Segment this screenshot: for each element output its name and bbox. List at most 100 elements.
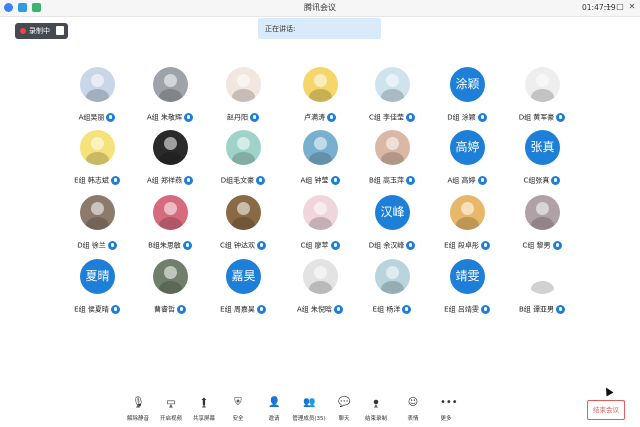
participant-name-row: 曹睿哲 xyxy=(135,299,205,314)
mic-status-icon xyxy=(477,176,487,185)
participant-name: C组 黎男 xyxy=(522,241,551,250)
avatar-portrait-shape xyxy=(91,202,104,215)
chevron-up-icon[interactable]: ▲ xyxy=(202,403,206,409)
avatar-portrait-shape xyxy=(536,202,549,215)
participant-tile[interactable]: 涂颖 D组 涂颖 xyxy=(432,67,502,131)
participant-tile[interactable]: B组 谭亚男 xyxy=(507,259,577,323)
maximize-button[interactable]: □ xyxy=(615,2,625,11)
participant-tile[interactable]: C组 廖苹 xyxy=(285,195,355,259)
close-button[interactable]: ✕ xyxy=(627,2,637,11)
avatar-portrait-shape xyxy=(531,281,554,294)
participant-name: 卢满涛 xyxy=(304,113,325,122)
participant-name-row: A组 郑祥燕 xyxy=(135,170,205,185)
participant-avatar xyxy=(153,67,188,102)
toolbar-item-shield[interactable]: ⛨ 安全 xyxy=(218,397,258,427)
participant-name: B组 高玉萍 xyxy=(368,176,405,185)
participant-avatar: 高婷 xyxy=(450,130,485,165)
participant-name-row: B组朱思敏 xyxy=(135,235,205,250)
participant-avatar: 涂颖 xyxy=(450,67,485,102)
participant-tile[interactable]: 张真 C组张真 xyxy=(507,130,577,194)
mic-status-icon xyxy=(327,113,336,122)
avatar-portrait-shape xyxy=(531,217,554,230)
participant-tile[interactable]: E组 杨洋 xyxy=(357,259,427,323)
mic-status-icon xyxy=(257,241,267,250)
participant-tile[interactable]: D组毛文豪 xyxy=(208,130,278,194)
participant-tile[interactable]: C组 钟达欢 xyxy=(208,195,278,259)
mic-status-icon xyxy=(182,241,192,250)
participant-tile[interactable]: C组 李佳莹 xyxy=(357,67,427,131)
participant-name: C组 李佳莹 xyxy=(368,113,405,122)
participant-name: B组朱思敏 xyxy=(148,241,181,250)
mic-status-icon xyxy=(402,305,412,314)
minimize-button[interactable]: — xyxy=(603,2,613,11)
avatar-portrait-shape xyxy=(381,89,404,102)
chevron-up-icon[interactable]: ▲ xyxy=(169,403,173,409)
participant-name-row: A组 高婷 xyxy=(432,170,502,185)
invite-icon: 👤 xyxy=(268,397,281,408)
chevron-up-icon[interactable]: ▲ xyxy=(374,403,378,409)
participant-tile[interactable]: B组 高玉萍 xyxy=(357,130,427,194)
participant-tile[interactable]: D组 黄军豪 xyxy=(507,67,577,131)
participant-tile[interactable]: A组吴丽 xyxy=(62,67,132,131)
participant-tile[interactable]: A组 朱敬辉 xyxy=(135,67,205,131)
mic-status-icon xyxy=(556,305,566,314)
avatar-portrait-shape xyxy=(381,281,404,294)
participant-name: E组 段卓彤 xyxy=(444,241,479,250)
participant-tile[interactable]: B组朱思敏 xyxy=(135,195,205,259)
participant-tile[interactable]: 赵丹阳 xyxy=(208,67,278,131)
chevron-up-icon[interactable]: ▲ xyxy=(136,403,140,409)
participant-tile[interactable]: 汉峰 D组 余汉峰 xyxy=(357,195,427,259)
participant-tile[interactable]: A组 钟莹 xyxy=(285,130,355,194)
stop-recording-icon[interactable] xyxy=(56,26,64,35)
mic-status-icon xyxy=(551,176,561,185)
meeting-toolbar: 🎙 解除静音 ▲ ▭ 开启视频 ▲ ⬆ 共享屏幕 ▲ ⛨ 安全 👤 邀请 👥 管理成员(35) 💬 聊天 ⏺ 结束录… xyxy=(0,391,640,427)
mic-status-icon xyxy=(250,113,259,122)
members-icon: 👥 xyxy=(303,397,316,408)
avatar-portrait-shape xyxy=(309,152,332,165)
participant-tile[interactable]: 卢满涛 xyxy=(285,67,355,131)
recording-label: 录制中 xyxy=(29,27,50,35)
mic-status-icon xyxy=(330,241,340,250)
toolbar-label: 管理成员(35) xyxy=(292,416,326,422)
participant-name-row: C组 李佳莹 xyxy=(357,107,427,122)
avatar-portrait-shape xyxy=(237,202,250,215)
avatar-portrait-shape xyxy=(159,281,182,294)
avatar-portrait-shape xyxy=(386,266,399,279)
participant-avatar xyxy=(80,67,115,102)
toolbar-item-more[interactable]: ••• 更多 xyxy=(426,397,466,427)
toolbar-item-members[interactable]: 👥 管理成员(35) xyxy=(289,397,329,427)
avatar-portrait-shape xyxy=(159,89,182,102)
toolbar-label: 安全 xyxy=(232,416,244,422)
mic-status-icon xyxy=(477,113,487,122)
participant-tile[interactable]: E组 段卓彤 xyxy=(432,195,502,259)
toolbar-item-record-stop[interactable]: ⏺ 结束录制 xyxy=(356,397,396,427)
mic-status-icon xyxy=(406,113,416,122)
avatar-portrait-shape xyxy=(164,266,177,279)
avatar-portrait-shape xyxy=(314,266,327,279)
participant-tile[interactable]: C组 黎男 xyxy=(507,195,577,259)
participant-tile[interactable]: E组 韩志斌 xyxy=(62,130,132,194)
participant-tile[interactable]: 高婷 A组 高婷 xyxy=(432,130,502,194)
participant-tile[interactable]: 夏晴 E组 侯夏晴 xyxy=(62,259,132,323)
avatar-portrait-shape xyxy=(232,89,255,102)
recording-indicator[interactable]: 录制中 xyxy=(15,23,68,39)
participant-tile[interactable]: A组 郑祥燕 xyxy=(135,130,205,194)
participant-tile[interactable]: 靖雯 E组 吕靖雯 xyxy=(432,259,502,323)
participant-tile[interactable]: 嘉昊 E组 周嘉昊 xyxy=(208,259,278,323)
participant-tile[interactable]: A组 朱倪晗 xyxy=(285,259,355,323)
participant-name-row: E组 韩志斌 xyxy=(62,170,132,185)
participant-name: A组 钟莹 xyxy=(300,176,329,185)
end-meeting-button[interactable]: 结束会议 xyxy=(587,400,625,420)
participant-tile[interactable]: D组 徐兰 xyxy=(62,195,132,259)
toolbar-item-invite[interactable]: 👤 邀请 xyxy=(254,397,294,427)
avatar-portrait-shape xyxy=(86,89,109,102)
avatar-portrait-shape xyxy=(531,89,554,102)
participant-avatar xyxy=(153,130,188,165)
participant-name: 曹睿哲 xyxy=(154,305,175,314)
participant-name: A组 朱敬辉 xyxy=(146,113,182,122)
participant-avatar xyxy=(80,195,115,230)
emoji-icon: ☺ xyxy=(407,397,419,408)
participant-name: A组吴丽 xyxy=(78,113,105,122)
mic-status-icon xyxy=(256,176,266,185)
participant-tile[interactable]: 曹睿哲 xyxy=(135,259,205,323)
